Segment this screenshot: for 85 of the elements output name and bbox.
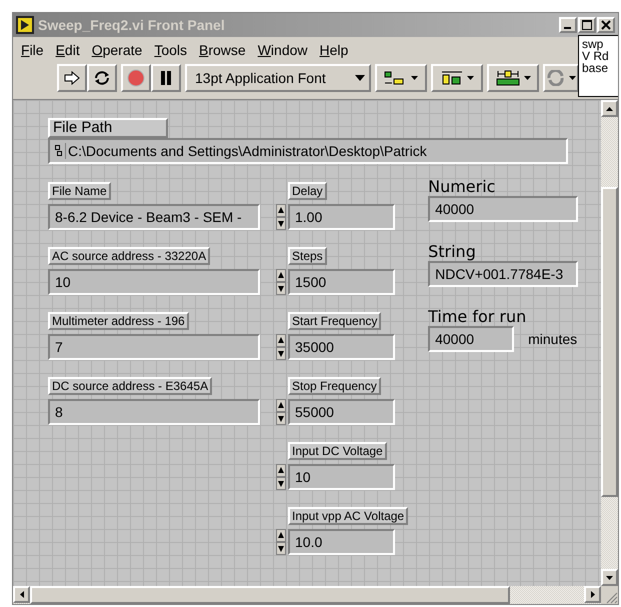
indicator-label: Time for run bbox=[428, 307, 528, 326]
text-field[interactable]: 7 bbox=[48, 334, 260, 360]
control-label: AC source address - 33220A bbox=[48, 247, 210, 265]
indicator-display: 40000 bbox=[428, 196, 578, 222]
app-icon bbox=[16, 16, 34, 34]
distribute-icon bbox=[440, 70, 464, 86]
increment-arrows-icon[interactable] bbox=[276, 529, 286, 555]
control-label: File Name bbox=[48, 182, 111, 200]
indicator-display: NDCV+001.7784E-3 bbox=[428, 261, 578, 287]
numeric-field[interactable]: 1.00 bbox=[288, 204, 395, 230]
control-label: Stop Frequency bbox=[288, 377, 381, 395]
browse-path-icon[interactable] bbox=[55, 145, 62, 157]
caret-icon bbox=[524, 76, 531, 80]
scrollbar-thumb[interactable] bbox=[601, 187, 618, 497]
numeric-field[interactable]: 10 bbox=[288, 464, 395, 490]
indicator-label: Numeric bbox=[428, 177, 496, 196]
align-objects-button[interactable] bbox=[375, 64, 427, 92]
increment-arrows-icon[interactable] bbox=[276, 334, 286, 360]
menu-item[interactable]: Window bbox=[252, 41, 314, 59]
run-button[interactable] bbox=[57, 64, 87, 92]
right-arrow-icon bbox=[590, 591, 594, 598]
menu-item[interactable]: Tools bbox=[148, 41, 193, 59]
menu-item[interactable]: Help bbox=[314, 41, 354, 59]
minimize-button[interactable] bbox=[559, 17, 577, 33]
numeric-field[interactable]: 35000 bbox=[288, 334, 395, 360]
control-label: File Path bbox=[48, 118, 168, 138]
text-field[interactable]: 8 bbox=[48, 399, 260, 425]
distribute-objects-button[interactable] bbox=[431, 64, 483, 92]
scroll-right-button[interactable] bbox=[584, 586, 601, 603]
reorder-icon bbox=[546, 70, 566, 86]
pause-icon bbox=[160, 71, 172, 85]
icon-text: base bbox=[582, 62, 610, 74]
left-arrow-icon bbox=[20, 591, 24, 598]
increment-arrows-icon[interactable] bbox=[276, 464, 286, 490]
indicator-display: 40000 bbox=[428, 326, 514, 352]
arrow-icon bbox=[64, 71, 80, 85]
caret-icon bbox=[569, 76, 576, 80]
scroll-up-button[interactable] bbox=[601, 100, 618, 117]
scrollbar-thumb[interactable] bbox=[30, 586, 510, 604]
control-label: Start Frequency bbox=[288, 312, 382, 330]
resize-objects-button[interactable] bbox=[487, 64, 539, 92]
menu-item[interactable]: Edit bbox=[50, 41, 86, 59]
control-label: Delay bbox=[288, 182, 327, 200]
control-label: Input DC Voltage bbox=[288, 442, 387, 460]
scroll-down-button[interactable] bbox=[601, 569, 618, 586]
control-label: DC source address - E3645A bbox=[48, 377, 212, 395]
menu-item[interactable]: File bbox=[15, 41, 50, 59]
caret-icon bbox=[467, 76, 474, 80]
stop-icon bbox=[127, 69, 145, 87]
control-label: Input vpp AC Voltage bbox=[288, 507, 408, 525]
abort-button[interactable] bbox=[121, 64, 151, 92]
run-continuously-button[interactable] bbox=[87, 64, 117, 92]
increment-arrows-icon[interactable] bbox=[276, 399, 286, 425]
resize-icon bbox=[495, 69, 521, 87]
scroll-left-button[interactable] bbox=[13, 586, 30, 603]
text-field[interactable]: 10 bbox=[48, 269, 260, 295]
loop-arrows-icon bbox=[93, 70, 111, 86]
increment-arrows-icon[interactable] bbox=[276, 204, 286, 230]
increment-arrows-icon[interactable] bbox=[276, 269, 286, 295]
path-field[interactable]: C:\Documents and Settings\Administrator\Desktop\Patrick bbox=[48, 138, 568, 164]
up-arrow-icon bbox=[606, 106, 613, 110]
reorder-button[interactable] bbox=[543, 64, 579, 92]
numeric-field[interactable]: 55000 bbox=[288, 399, 395, 425]
menu-item[interactable]: Browse bbox=[193, 41, 252, 59]
menu-item[interactable]: Operate bbox=[86, 41, 148, 59]
maximize-icon bbox=[582, 20, 592, 30]
close-icon bbox=[601, 20, 611, 30]
numeric-field[interactable]: 1500 bbox=[288, 269, 395, 295]
icon-text: V Rd bbox=[582, 50, 610, 62]
numeric-field[interactable]: 10.0 bbox=[288, 529, 395, 555]
indicator-label: String bbox=[428, 242, 477, 261]
pause-button[interactable] bbox=[151, 64, 181, 92]
caret-icon bbox=[355, 75, 365, 81]
maximize-button[interactable] bbox=[578, 17, 596, 33]
icon-text: swp bbox=[582, 38, 604, 50]
down-arrow-icon bbox=[606, 576, 613, 580]
text-field[interactable]: 8-6.2 Device - Beam3 - SEM - bbox=[48, 204, 260, 230]
window-title: Sweep_Freq2.vi Front Panel bbox=[38, 17, 226, 33]
control-label: Multimeter address - 196 bbox=[48, 312, 189, 330]
control-label: Steps bbox=[288, 247, 327, 265]
resize-grip-icon[interactable] bbox=[604, 590, 618, 604]
font-dropdown[interactable]: 13pt Application Font bbox=[185, 64, 371, 92]
unit-label: minutes bbox=[528, 331, 578, 347]
close-button[interactable] bbox=[597, 17, 615, 33]
caret-icon bbox=[411, 76, 418, 80]
